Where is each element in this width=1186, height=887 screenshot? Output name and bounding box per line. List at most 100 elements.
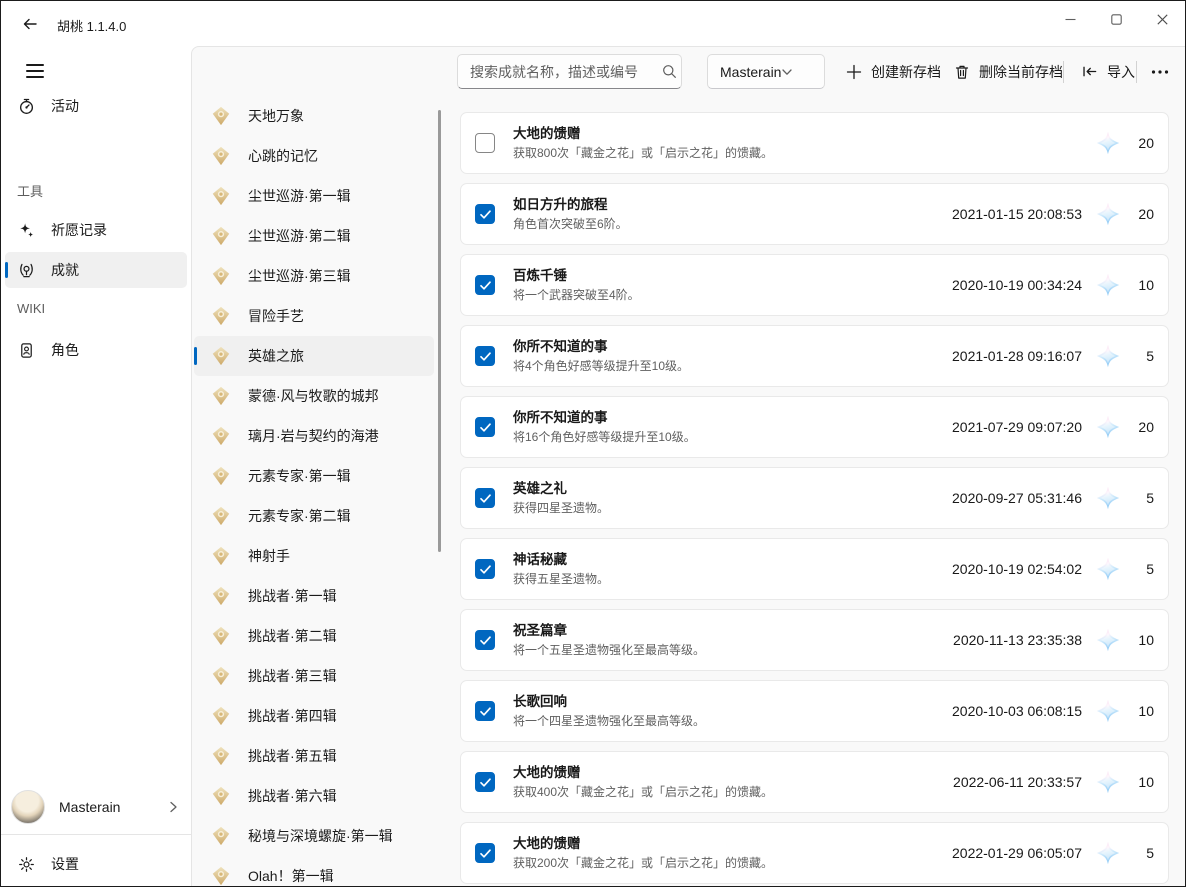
- achievement-checkbox[interactable]: [475, 772, 495, 792]
- achievement-checkbox[interactable]: [475, 346, 495, 366]
- category-item[interactable]: Olah！第一辑: [194, 856, 434, 887]
- category-item[interactable]: 神射手: [194, 536, 434, 576]
- category-item[interactable]: 元素专家·第二辑: [194, 496, 434, 536]
- achievement-row[interactable]: 神话秘藏 获得五星圣遗物。 2020-10-19 02:54:02 5: [460, 538, 1169, 600]
- category-item[interactable]: 冒险手艺: [194, 296, 434, 336]
- gold-emblem-icon: [210, 585, 232, 607]
- category-item[interactable]: 尘世巡游·第二辑: [194, 216, 434, 256]
- achievement-reward-count: 5: [1130, 348, 1154, 364]
- category-item[interactable]: 秘境与深境螺旋·第一辑: [194, 816, 434, 856]
- back-button[interactable]: [13, 9, 47, 39]
- archive-selector[interactable]: Masterain: [707, 54, 825, 89]
- achievement-checkbox[interactable]: [475, 630, 495, 650]
- gold-emblem-icon: [210, 465, 232, 487]
- achievement-row[interactable]: 如日方升的旅程 角色首次突破至6阶。 2021-01-15 20:08:53 2…: [460, 183, 1169, 245]
- achievement-checkbox[interactable]: [475, 488, 495, 508]
- achievement-checkbox[interactable]: [475, 417, 495, 437]
- achievement-reward-count: 20: [1130, 419, 1154, 435]
- category-item[interactable]: 挑战者·第一辑: [194, 576, 434, 616]
- gold-emblem-icon: [210, 665, 232, 687]
- achievement-reward-count: 10: [1130, 703, 1154, 719]
- category-list: 天地万象 心跳的记忆 尘世巡游·第一辑 尘世巡游·第二辑 尘世巡游·第三辑: [192, 47, 440, 887]
- achievement-title: 长歌回响: [513, 693, 952, 711]
- category-scrollbar[interactable]: [438, 110, 441, 552]
- achievement-checkbox[interactable]: [475, 559, 495, 579]
- import-button[interactable]: 导入: [1071, 54, 1145, 89]
- achievement-checkbox[interactable]: [475, 133, 495, 153]
- close-button[interactable]: [1139, 1, 1185, 37]
- ellipsis-icon: [1151, 69, 1169, 75]
- category-label: 挑战者·第四辑: [248, 706, 337, 726]
- chevron-right-icon: [167, 801, 179, 813]
- sidebar-item-settings[interactable]: 设置: [5, 846, 187, 882]
- gold-emblem-icon: [210, 345, 232, 367]
- sidebar-item-label: 祈愿记录: [51, 220, 107, 240]
- arrow-into-bar-icon: [1081, 63, 1098, 80]
- search-button[interactable]: [657, 58, 681, 86]
- sidebar-item-wishes[interactable]: 祈愿记录: [5, 212, 187, 248]
- user-account-button[interactable]: Masterain: [1, 782, 191, 832]
- achievement-row[interactable]: 长歌回响 将一个四星圣遗物强化至最高等级。 2020-10-03 06:08:1…: [460, 680, 1169, 742]
- category-item[interactable]: 英雄之旅: [194, 336, 434, 376]
- achievement-row[interactable]: 祝圣篇章 将一个五星圣遗物强化至最高等级。 2020-11-13 23:35:3…: [460, 609, 1169, 671]
- achievement-row[interactable]: 你所不知道的事 将16个角色好感等级提升至10级。 2021-07-29 09:…: [460, 396, 1169, 458]
- achievement-row[interactable]: 百炼千锤 将一个武器突破至4阶。 2020-10-19 00:34:24 10: [460, 254, 1169, 316]
- sidebar-item-characters[interactable]: 角色: [5, 332, 187, 368]
- category-item[interactable]: 挑战者·第二辑: [194, 616, 434, 656]
- maximize-button[interactable]: [1093, 1, 1139, 37]
- category-label: 心跳的记忆: [248, 146, 318, 166]
- achievement-checkbox[interactable]: [475, 275, 495, 295]
- category-item[interactable]: 挑战者·第三辑: [194, 656, 434, 696]
- achievement-date: 2022-01-29 06:05:07: [952, 845, 1082, 861]
- category-label: Olah！第一辑: [248, 866, 334, 886]
- achievement-desc: 将一个武器突破至4阶。: [513, 288, 952, 303]
- achievement-checkbox[interactable]: [475, 701, 495, 721]
- achievement-desc: 将一个四星圣遗物强化至最高等级。: [513, 714, 952, 729]
- title-bar: 胡桃 1.1.4.0: [1, 1, 1185, 46]
- primogem-icon: [1096, 557, 1120, 581]
- category-item[interactable]: 蒙德·风与牧歌的城邦: [194, 376, 434, 416]
- gold-emblem-icon: [210, 145, 232, 167]
- achievement-row[interactable]: 大地的馈赠 获取400次「藏金之花」或「启示之花」的馈藏。 2022-06-11…: [460, 751, 1169, 813]
- achievement-text: 大地的馈赠 获取400次「藏金之花」或「启示之花」的馈藏。: [513, 764, 953, 800]
- category-item[interactable]: 元素专家·第一辑: [194, 456, 434, 496]
- achievement-text: 英雄之礼 获得四星圣遗物。: [513, 480, 952, 516]
- achievement-row[interactable]: 你所不知道的事 将4个角色好感等级提升至10级。 2021-01-28 09:1…: [460, 325, 1169, 387]
- minimize-button[interactable]: [1047, 1, 1093, 37]
- delete-archive-button[interactable]: 删除当前存档: [944, 54, 1073, 89]
- primogem-icon: [1096, 415, 1120, 439]
- sidebar: 活动 工具 祈愿记录 成就 WIKI 角色 Mas: [1, 46, 191, 887]
- sidebar-item-achievements[interactable]: 成就: [5, 252, 187, 288]
- category-item[interactable]: 挑战者·第四辑: [194, 696, 434, 736]
- achievement-checkbox[interactable]: [475, 843, 495, 863]
- gold-emblem-icon: [210, 225, 232, 247]
- create-archive-button[interactable]: 创建新存档: [836, 54, 951, 89]
- achievement-row[interactable]: 大地的馈赠 获取800次「藏金之花」或「启示之花」的馈藏。 20: [460, 112, 1169, 174]
- category-item[interactable]: 天地万象: [194, 96, 434, 136]
- category-item[interactable]: 挑战者·第五辑: [194, 736, 434, 776]
- gold-emblem-icon: [210, 105, 232, 127]
- primogem-icon: [1096, 344, 1120, 368]
- more-options-button[interactable]: [1142, 54, 1178, 89]
- achievement-reward-count: 10: [1130, 632, 1154, 648]
- hamburger-button[interactable]: [15, 54, 55, 88]
- close-icon: [1157, 14, 1168, 25]
- achievement-reward-count: 20: [1130, 206, 1154, 222]
- category-label: 挑战者·第三辑: [248, 666, 337, 686]
- category-label: 尘世巡游·第一辑: [248, 186, 351, 206]
- achievement-row[interactable]: 英雄之礼 获得四星圣遗物。 2020-09-27 05:31:46 5: [460, 467, 1169, 529]
- primogem-icon: [1096, 699, 1120, 723]
- category-item[interactable]: 心跳的记忆: [194, 136, 434, 176]
- maximize-icon: [1111, 14, 1122, 25]
- category-item[interactable]: 尘世巡游·第一辑: [194, 176, 434, 216]
- category-item[interactable]: 挑战者·第六辑: [194, 776, 434, 816]
- search-input[interactable]: [458, 64, 657, 80]
- sidebar-item-activity[interactable]: 活动: [5, 88, 187, 124]
- compass-icon: [17, 97, 35, 115]
- category-item[interactable]: 璃月·岩与契约的海港: [194, 416, 434, 456]
- achievement-row[interactable]: 大地的馈赠 获取200次「藏金之花」或「启示之花」的馈藏。 2022-01-29…: [460, 822, 1169, 884]
- gold-emblem-icon: [210, 505, 232, 527]
- achievement-text: 百炼千锤 将一个武器突破至4阶。: [513, 267, 952, 303]
- category-item[interactable]: 尘世巡游·第三辑: [194, 256, 434, 296]
- achievement-checkbox[interactable]: [475, 204, 495, 224]
